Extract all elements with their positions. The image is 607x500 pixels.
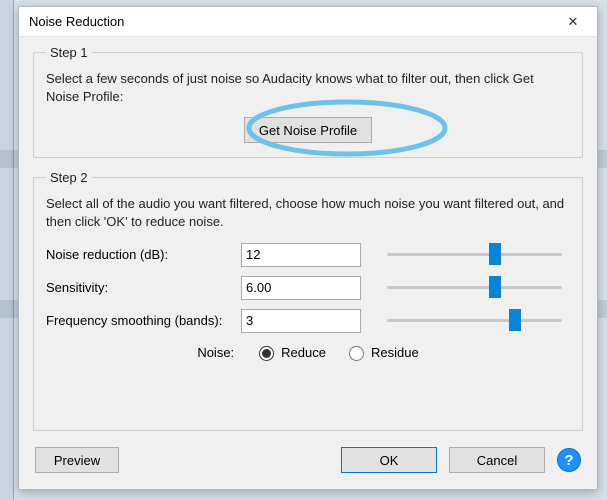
reduce-radio[interactable]: Reduce [254,343,326,361]
step2-description: Select all of the audio you want filtere… [46,195,570,230]
help-button[interactable]: ? [557,448,581,472]
cancel-button[interactable]: Cancel [449,447,545,473]
sensitivity-label: Sensitivity: [46,280,241,295]
step1-legend: Step 1 [46,45,92,60]
freq-smoothing-slider[interactable] [387,310,562,330]
reduce-radio-input[interactable] [259,346,274,361]
step2-group: Step 2 Select all of the audio you want … [33,170,583,431]
step1-description: Select a few seconds of just noise so Au… [46,70,570,105]
get-noise-profile-button[interactable]: Get Noise Profile [244,117,372,143]
freq-smoothing-input[interactable] [241,309,361,333]
freq-smoothing-label: Frequency smoothing (bands): [46,313,241,328]
dialog-title: Noise Reduction [29,14,553,29]
noise-reduction-slider[interactable] [387,244,562,264]
help-icon: ? [564,452,573,469]
residue-radio-input[interactable] [349,346,364,361]
dialog-footer: Preview OK Cancel ? [33,443,583,477]
residue-radio-label: Residue [371,345,419,360]
sensitivity-slider[interactable] [387,277,562,297]
noise-mode-label: Noise: [197,345,234,360]
close-button[interactable]: ✕ [553,9,593,35]
noise-reduction-dialog: Noise Reduction ✕ Step 1 Select a few se… [18,6,598,490]
sensitivity-input[interactable] [241,276,361,300]
step2-legend: Step 2 [46,170,92,185]
preview-button[interactable]: Preview [35,447,119,473]
titlebar: Noise Reduction ✕ [19,7,597,37]
reduce-radio-label: Reduce [281,345,326,360]
close-icon: ✕ [568,14,579,30]
noise-reduction-input[interactable] [241,243,361,267]
step1-group: Step 1 Select a few seconds of just nois… [33,45,583,158]
residue-radio[interactable]: Residue [344,343,419,361]
ok-button[interactable]: OK [341,447,437,473]
noise-reduction-label: Noise reduction (dB): [46,247,241,262]
